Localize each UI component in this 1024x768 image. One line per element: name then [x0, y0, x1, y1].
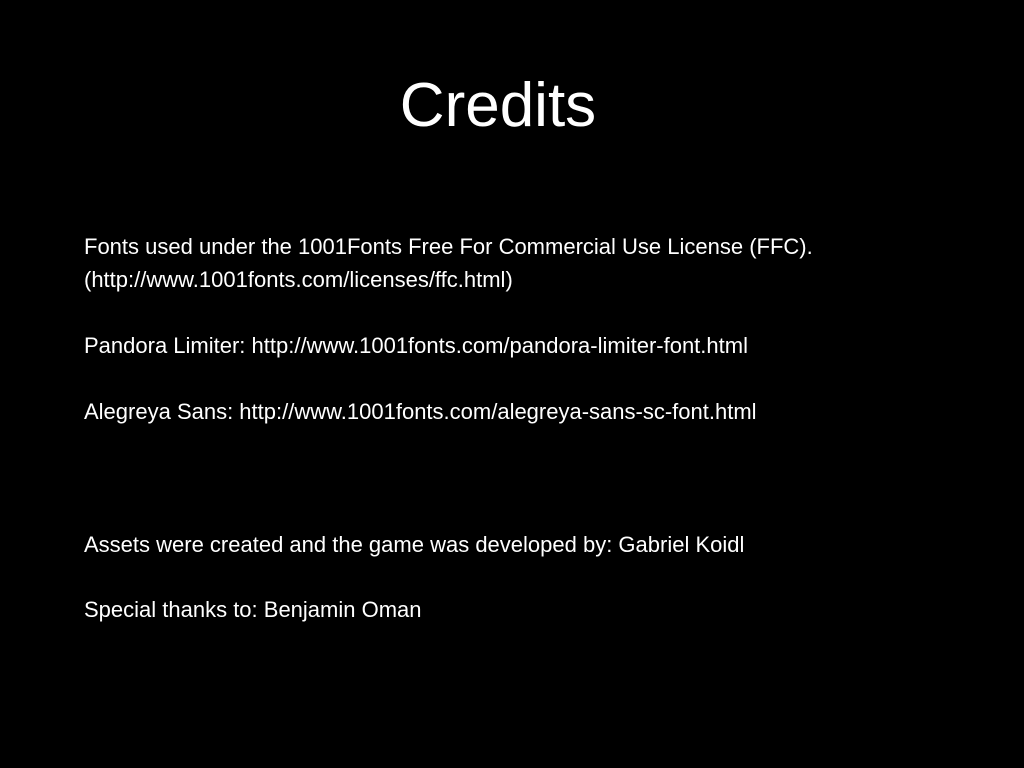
- page-title: Credits: [399, 71, 597, 140]
- font-credit-alegreya: Alegreya Sans: http://www.1001fonts.com/…: [84, 399, 757, 424]
- developer-credit: Assets were created and the game was dev…: [84, 532, 745, 557]
- license-text: Fonts used under the 1001Fonts Free For …: [84, 234, 813, 259]
- font-credit-pandora: Pandora Limiter: http://www.1001fonts.co…: [84, 333, 748, 358]
- special-thanks: Special thanks to: Benjamin Oman: [84, 597, 422, 622]
- credits-screen: Credits Fonts used under the 1001Fonts F…: [0, 0, 1024, 768]
- license-url: (http://www.1001fonts.com/licenses/ffc.h…: [84, 267, 513, 292]
